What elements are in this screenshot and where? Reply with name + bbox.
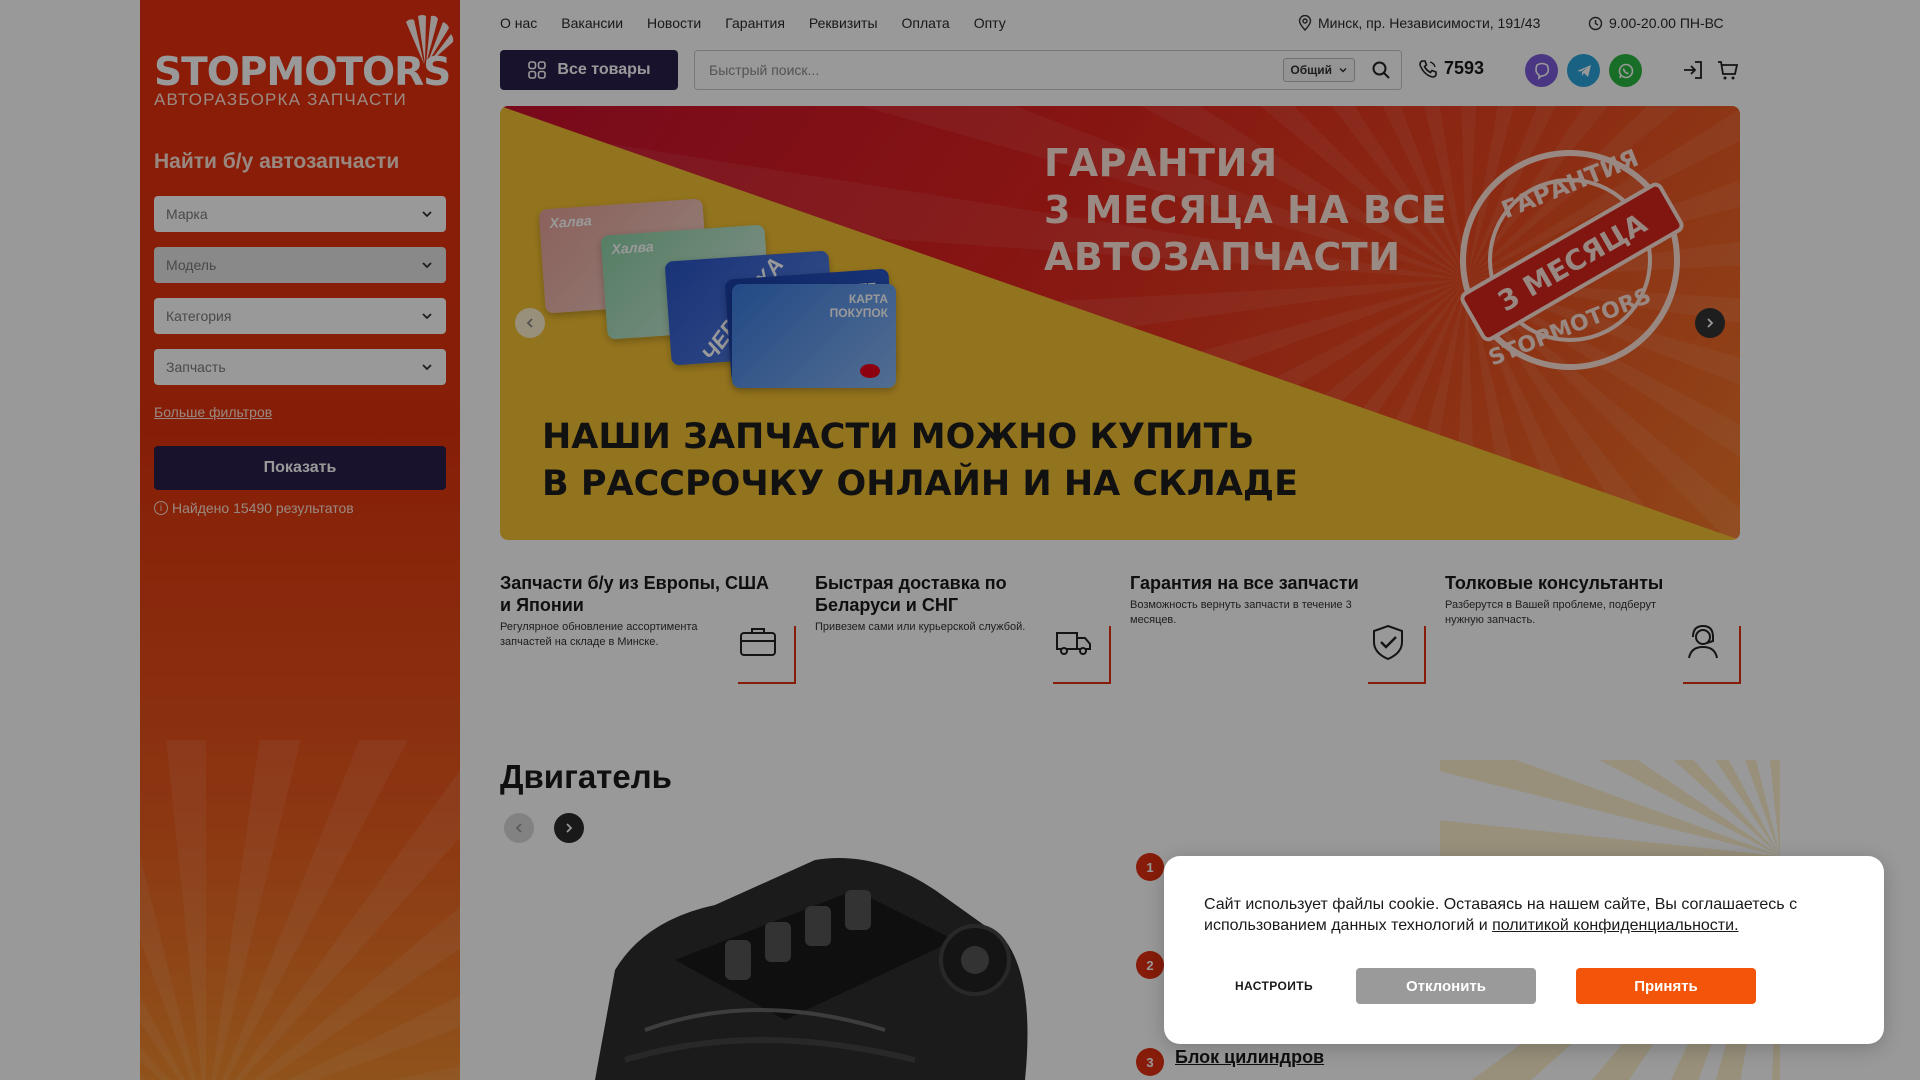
cookie-accept-button[interactable]: Принять bbox=[1576, 968, 1756, 1004]
cookie-banner: Сайт использует файлы cookie. Оставаясь … bbox=[1164, 856, 1884, 1044]
cookie-settings-button[interactable]: НАСТРОИТЬ bbox=[1204, 968, 1344, 1004]
privacy-policy-link[interactable]: политикой конфиденциальности. bbox=[1492, 917, 1738, 934]
cookie-message: Сайт использует файлы cookie. Оставаясь … bbox=[1204, 896, 1798, 934]
cookie-decline-button[interactable]: Отклонить bbox=[1356, 968, 1536, 1004]
